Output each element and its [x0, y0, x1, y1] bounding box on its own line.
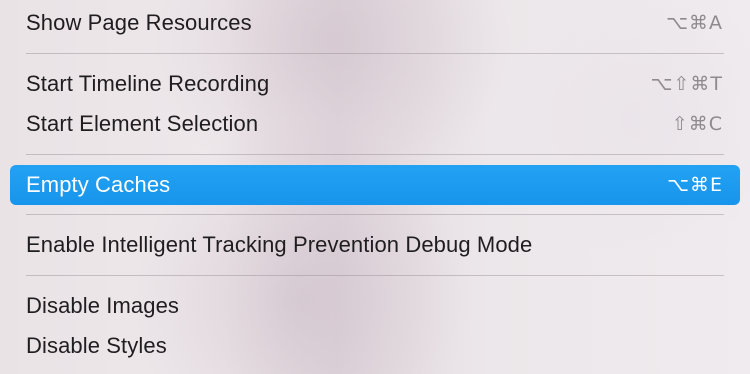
menu-separator: [26, 275, 724, 276]
menu-item-shortcut: ⌥⌘A: [666, 12, 723, 34]
menu-item-label: Start Timeline Recording: [26, 71, 270, 96]
menu-item-shortcut: ⌥⇧⌘T: [650, 73, 723, 95]
menu-item-empty-caches[interactable]: Empty Caches ⌥⌘E: [10, 165, 740, 205]
menu-item-label: Show Page Resources: [26, 10, 252, 35]
menu-separator: [26, 154, 724, 155]
menu-item-label: Disable Images: [26, 293, 180, 318]
menu-item-start-timeline-recording[interactable]: Start Timeline Recording ⌥⇧⌘T: [10, 64, 740, 104]
develop-menu: Show Page Resources ⌥⌘A Start Timeline R…: [0, 0, 750, 374]
menu-item-label: Start Element Selection: [26, 111, 259, 136]
menu-item-label: Disable Styles: [26, 333, 167, 358]
menu-item-label: Empty Caches: [26, 172, 171, 197]
menu-item-label: Enable Intelligent Tracking Prevention D…: [26, 232, 533, 257]
menu-item-start-element-selection[interactable]: Start Element Selection ⇧⌘C: [10, 104, 740, 144]
menu-separator: [26, 214, 724, 215]
menu-item-show-page-resources[interactable]: Show Page Resources ⌥⌘A: [10, 3, 740, 43]
menu-item-enable-itp-debug-mode[interactable]: Enable Intelligent Tracking Prevention D…: [10, 225, 740, 265]
menu-separator: [26, 53, 724, 54]
menu-item-disable-images[interactable]: Disable Images: [10, 286, 740, 326]
menu-item-disable-styles[interactable]: Disable Styles: [10, 326, 740, 366]
menu-item-shortcut: ⌥⌘E: [667, 174, 723, 196]
menu-item-shortcut: ⇧⌘C: [671, 113, 723, 135]
